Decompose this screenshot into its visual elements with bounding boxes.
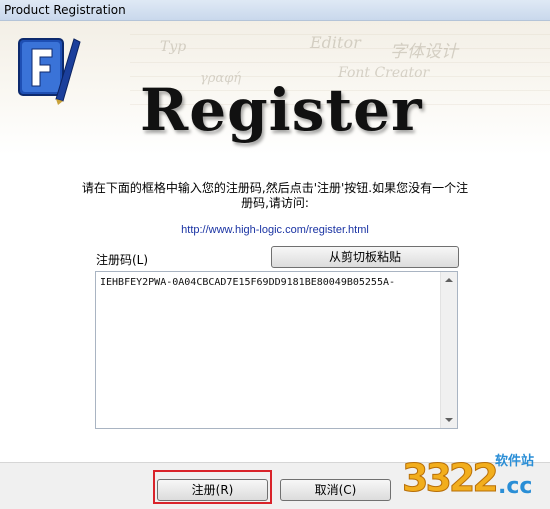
scroll-down-arrow-icon[interactable] bbox=[445, 418, 453, 422]
watermark-site-number: 3322 bbox=[402, 456, 500, 501]
window-title: Product Registration bbox=[4, 3, 126, 17]
scroll-up-arrow-icon[interactable] bbox=[445, 278, 453, 282]
title-bar: Product Registration bbox=[0, 0, 550, 21]
registration-code-field[interactable]: IEHBFEY2PWA-0A04CBCAD7E15F69DD9181BE8004… bbox=[95, 271, 458, 429]
registration-code-value: IEHBFEY2PWA-0A04CBCAD7E15F69DD9181BE8004… bbox=[100, 277, 396, 288]
banner-watermark-text: Typ bbox=[160, 39, 187, 55]
watermark-site-name: 软件站 bbox=[495, 454, 535, 469]
cancel-button[interactable]: 取消(C) bbox=[280, 479, 391, 501]
registration-code-label: 注册码(L) bbox=[96, 253, 149, 267]
register-banner: Typ Editor 字体设计 γραφή Font Creator Regis… bbox=[0, 21, 550, 155]
watermark-site-tld: .cc bbox=[498, 474, 533, 499]
banner-watermark-text: 字体设计 bbox=[390, 42, 458, 62]
register-url-link[interactable]: http://www.high-logic.com/register.html bbox=[80, 224, 470, 236]
banner-watermark-text: Editor bbox=[310, 33, 361, 52]
fontcreator-logo-icon bbox=[18, 38, 81, 105]
site-watermark-logo: 软件站 3322 .cc bbox=[398, 448, 550, 509]
register-button[interactable]: 注册(R) bbox=[157, 479, 268, 501]
code-field-scrollbar[interactable] bbox=[440, 272, 457, 428]
paste-from-clipboard-button[interactable]: 从剪切板粘贴 bbox=[271, 246, 459, 268]
register-heading: Register bbox=[140, 76, 423, 144]
instructions-text: 请在下面的框格中输入您的注册码,然后点击'注册'按钮.如果您没有一个注册码,请访… bbox=[81, 181, 469, 210]
